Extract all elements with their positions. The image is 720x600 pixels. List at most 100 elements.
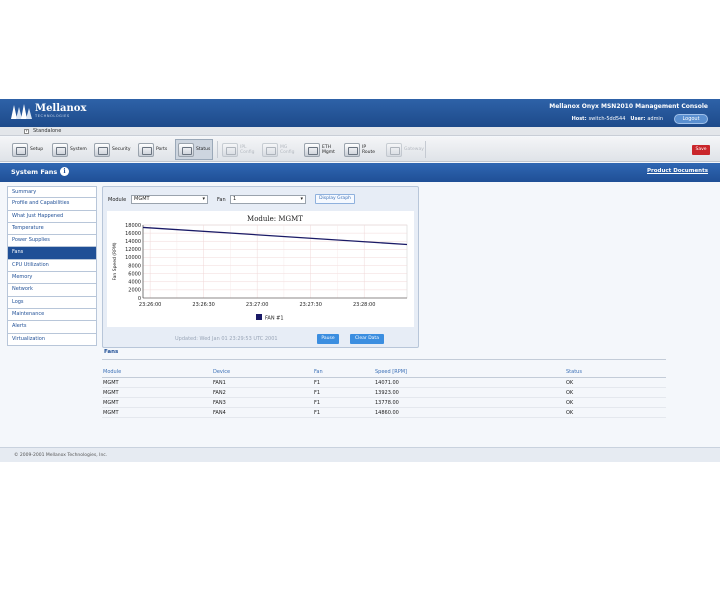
user-label: User: — [630, 116, 646, 122]
sidebar-item-logs[interactable]: Logs — [7, 296, 97, 309]
sidebar-item-profile-and-capabilities[interactable]: Profile and Capabilities — [7, 198, 97, 211]
fans-table-heading: Fans — [104, 349, 119, 355]
y-tick-label: 4000 — [128, 280, 141, 286]
host-value: switch-5dd544 — [588, 116, 626, 122]
fan-speed-chart-svg: Module: MGMT 0 2000 4000 6000 8000 10000 12000 1… — [112, 215, 408, 322]
tab-ipl-config[interactable]: IPL Config — [220, 139, 256, 160]
tab-label: Status — [196, 147, 211, 152]
tab-ports[interactable]: Ports — [136, 139, 169, 160]
mg-config-icon — [262, 142, 278, 157]
info-icon[interactable]: i — [60, 167, 69, 176]
tab-setup[interactable]: Setup — [10, 139, 45, 160]
ipl-config-icon — [222, 142, 238, 157]
product-documents-link[interactable]: Product Documents — [647, 168, 708, 174]
tab-label: Setup — [30, 147, 44, 152]
table-cell: FAN1 — [213, 380, 226, 386]
table-cell: F1 — [314, 410, 321, 416]
header-bar: Mellanox TECHNOLOGIES Mellanox Onyx MSN2… — [0, 99, 720, 127]
column-header: Fan — [314, 369, 323, 375]
fan-speed-chart: Module: MGMT 0 2000 4000 6000 8000 10000 12000 1… — [107, 211, 414, 327]
logout-button[interactable]: Logout — [674, 114, 708, 124]
tab-label: System — [70, 147, 87, 152]
host-label: Host: — [571, 116, 587, 122]
module-select-value: MGMT — [134, 196, 150, 202]
table-cell: MGMT — [103, 400, 119, 406]
main-toolbar: Setup System Security Ports Status IPL C… — [0, 137, 720, 162]
graph-status-row: Updated: Wed Jan 01 23:29:53 UTC 2001 Pa… — [103, 331, 418, 347]
sidebar-item-summary[interactable]: Summary — [7, 186, 97, 199]
y-tick-label: 6000 — [128, 271, 141, 277]
sidebar-item-what-just-happened[interactable]: What Just Happened — [7, 210, 97, 223]
page-title: System Fans — [11, 168, 58, 176]
sidebar-item-cpu-utilization[interactable]: CPU Utilization — [7, 259, 97, 273]
table-cell: MGMT — [103, 410, 119, 416]
sidebar-item-temperature[interactable]: Temperature — [7, 222, 97, 236]
x-tick-label: 23:26:00 — [139, 302, 161, 308]
eth-mgmt-icon — [304, 142, 320, 157]
sidebar-item-power-supplies[interactable]: Power Supplies — [7, 235, 97, 248]
tab-label: IP Route — [362, 144, 376, 155]
fan-select[interactable]: 1 ▾ — [230, 195, 306, 204]
display-graph-button[interactable]: Display Graph — [315, 194, 355, 204]
table-cell: OK — [566, 410, 574, 416]
save-button[interactable]: Save — [692, 145, 710, 155]
tab-system[interactable]: System — [50, 139, 89, 160]
y-tick-label: 2000 — [128, 288, 141, 294]
tab-label: Ports — [156, 147, 168, 152]
management-console: Mellanox TECHNOLOGIES Mellanox Onyx MSN2… — [0, 99, 720, 462]
y-tick-label: 8000 — [128, 263, 141, 269]
tab-gateway[interactable]: Gateway — [384, 139, 426, 160]
module-label: Module — [108, 197, 127, 203]
toolbar-divider — [217, 141, 218, 158]
tab-mg-config[interactable]: MG Config — [260, 139, 296, 160]
y-tick-label: 14000 — [125, 239, 141, 245]
tab-label: Gateway — [404, 147, 424, 152]
legend-swatch — [256, 314, 262, 320]
mode-indicator-icon: ? — [24, 129, 29, 134]
x-tick-label: 23:28:00 — [353, 302, 375, 308]
table-row: MGMT FAN2 F1 13923.00 OK — [102, 388, 666, 398]
pause-button[interactable]: Pause — [317, 334, 339, 344]
host-user-info: Host: switch-5dd544 User: admin — [572, 116, 668, 122]
y-tick-label: 0 — [138, 296, 141, 302]
footer: © 2009-2001 Mellanox Technologies, Inc. — [0, 447, 720, 462]
clear-data-button[interactable]: Clear Data — [350, 334, 384, 344]
status-sidebar: Summary Profile and Capabilities What Ju… — [7, 186, 97, 346]
tab-security[interactable]: Security — [92, 139, 132, 160]
sidebar-item-virtualization[interactable]: Virtualization — [7, 333, 97, 346]
chart-title: Module: MGMT — [247, 215, 303, 223]
mode-label: Standalone — [33, 128, 62, 134]
sidebar-item-alerts[interactable]: Alerts — [7, 321, 97, 334]
logo-subtitle: TECHNOLOGIES — [35, 113, 70, 118]
logo-wordmark: Mellanox — [35, 102, 87, 114]
tab-status[interactable]: Status — [175, 139, 214, 160]
x-tick-label: 23:26:30 — [192, 302, 214, 308]
table-cell: F1 — [314, 400, 321, 406]
ports-icon — [138, 142, 154, 157]
tab-eth-mgmt[interactable]: ETH Mgmt — [302, 139, 337, 160]
table-cell: 14860.00 — [375, 410, 399, 416]
mode-bar: ? Standalone — [0, 127, 720, 136]
sidebar-item-network[interactable]: Network — [7, 284, 97, 297]
column-header: Device — [213, 369, 231, 375]
column-header: Speed [RPM] — [375, 369, 407, 375]
legend-label: FAN #1 — [265, 316, 284, 322]
security-icon — [94, 142, 110, 157]
x-tick-label: 23:27:00 — [246, 302, 268, 308]
status-icon — [178, 142, 194, 157]
fan-label: Fan — [217, 197, 226, 203]
sidebar-item-memory[interactable]: Memory — [7, 272, 97, 285]
table-cell: 13923.00 — [375, 390, 399, 396]
module-select[interactable]: MGMT ▾ — [131, 195, 208, 204]
table-cell: 14071.00 — [375, 380, 399, 386]
table-cell: MGMT — [103, 380, 119, 386]
sidebar-item-fans[interactable]: Fans — [7, 247, 97, 260]
y-tick-label: 16000 — [125, 231, 141, 237]
gateway-icon — [386, 142, 402, 157]
sidebar-item-maintenance[interactable]: Maintenance — [7, 308, 97, 322]
updated-timestamp: Updated: Wed Jan 01 23:29:53 UTC 2001 — [175, 336, 278, 342]
divider — [102, 359, 666, 360]
table-cell: OK — [566, 380, 574, 386]
toolbar-divider — [425, 141, 426, 158]
tab-ip-route[interactable]: IP Route — [342, 139, 377, 160]
